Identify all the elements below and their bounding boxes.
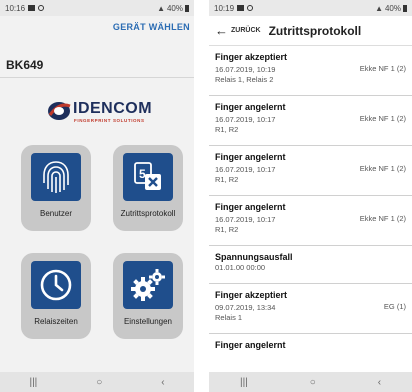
action-bar: GERÄT WÄHLEN [0,16,194,38]
tile-relay-times[interactable]: Relaiszeiten [21,253,91,339]
back-arrow-icon[interactable]: ← [215,23,228,38]
clock-icon [31,261,81,309]
status-time: 10:19 [214,3,235,13]
log-user: Ekke NF 1 (2) [359,64,406,73]
list-item[interactable]: Finger akzeptiert 09.07.2019, 13:34 Rela… [209,284,412,334]
divider [0,77,194,78]
svg-text:5: 5 [139,167,146,181]
log-time: 01.01.00 00:00 [215,263,266,272]
recent-apps-button[interactable]: ||| [240,377,248,388]
fingerprint-icon [31,153,81,201]
tile-settings-label: Einstellungen [123,317,173,326]
list-item[interactable]: Finger angelernt [209,334,412,354]
tile-users[interactable]: Benutzer [21,145,91,231]
sync-icon [38,5,45,11]
battery-level: 40% [384,3,401,13]
log-event: Finger akzeptiert [215,290,288,300]
system-nav-bar: ||| ○ ‹ [209,372,412,392]
tile-settings[interactable]: Einstellungen [113,253,183,339]
log-event: Finger angelernt [215,202,286,212]
log-user: Ekke NF 1 (2) [359,214,406,223]
list-item[interactable]: Finger angelernt 16.07.2019, 10:17 R1, R… [209,96,412,146]
log-relays: R1, R2 [215,175,239,184]
idencom-logo: IDENCOM FINGERPRINT SOLUTIONS [47,98,177,126]
log-user: Ekke NF 1 (2) [359,114,406,123]
list-item[interactable]: Finger angelernt 16.07.2019, 10:17 R1, R… [209,146,412,196]
back-button[interactable]: ‹ [161,377,164,388]
signal-icon: ▲ [375,3,383,13]
sync-icon [247,5,254,11]
status-time: 10:16 [5,3,26,13]
tile-relay-times-label: Relaiszeiten [34,317,78,326]
battery-icon [403,4,407,12]
phone-screen-home: 10:16 ▲ 40% GERÄT WÄHLEN BK649 IDENCOM F… [0,0,194,392]
battery-level: 40% [166,3,183,13]
tile-access-log[interactable]: 5 Zutrittsprotokoll [113,145,183,231]
list-item[interactable]: Finger akzeptiert 16.07.2019, 10:19 Rela… [209,46,412,96]
log-event: Finger angelernt [215,340,286,350]
status-bar: 10:19 ▲ 40% [209,0,412,16]
recent-apps-button[interactable]: ||| [29,377,37,388]
select-device-button[interactable]: GERÄT WÄHLEN [113,22,190,32]
logo-word: IDENCOM [73,100,153,117]
app-bar: ← ZURÜCK Zutrittsprotokoll [209,16,412,46]
log-user: Ekke NF 1 (2) [359,164,406,173]
tile-users-label: Benutzer [39,209,73,218]
battery-icon [185,4,189,12]
home-button[interactable]: ○ [310,377,316,388]
access-log-list: Finger akzeptiert 16.07.2019, 10:19 Rela… [209,46,412,354]
phone-screen-log: 10:19 ▲ 40% ← ZURÜCK Zutrittsprotokoll F… [209,0,412,392]
log-event: Finger angelernt [215,102,286,112]
device-name: BK649 [6,58,44,72]
back-button[interactable]: ZURÜCK [231,27,261,34]
list-item[interactable]: Finger angelernt 16.07.2019, 10:17 R1, R… [209,196,412,246]
log-relays: R1, R2 [215,125,239,134]
page-title: Zutrittsprotokoll [268,23,362,38]
log-event: Finger angelernt [215,152,286,162]
system-nav-bar: ||| ○ ‹ [0,372,194,392]
log-icon: 5 [123,153,173,201]
log-relays: R1, R2 [215,225,239,234]
home-button[interactable]: ○ [96,377,102,388]
back-button[interactable]: ‹ [378,377,381,388]
log-user: EG (1) [383,302,406,311]
signal-icon: ▲ [157,3,165,13]
logo-mark-icon [48,102,71,120]
notification-icon [28,5,36,11]
gears-icon [123,261,173,309]
status-bar: 10:16 ▲ 40% [0,0,194,16]
log-event: Spannungsausfall [215,252,293,262]
log-time: 09.07.2019, 13:34 [215,303,276,312]
log-event: Finger akzeptiert [215,52,288,62]
log-relays: Relais 1, Relais 2 [215,75,274,84]
log-relays: Relais 1 [215,313,243,322]
logo-tagline: FINGERPRINT SOLUTIONS [74,118,145,123]
notification-icon [237,5,245,11]
tile-access-log-label: Zutrittsprotokoll [120,209,176,218]
list-item[interactable]: Spannungsausfall 01.01.00 00:00 [209,246,412,284]
